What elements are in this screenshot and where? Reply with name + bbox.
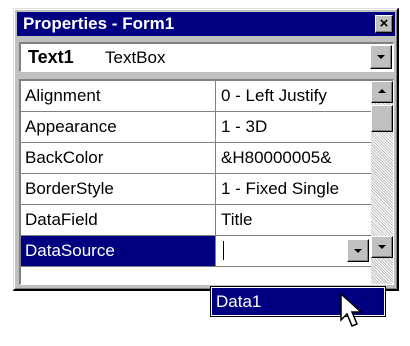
vertical-scrollbar[interactable]: [371, 81, 393, 284]
property-row-datafield[interactable]: DataField Title: [21, 205, 371, 236]
scroll-up-button[interactable]: [371, 81, 393, 103]
property-name-selected[interactable]: DataSource: [21, 236, 216, 266]
property-value[interactable]: Title: [217, 205, 371, 235]
properties-window: Properties - Form1 × Text1 TextBox Align…: [13, 8, 399, 291]
object-name: Text1: [28, 47, 74, 67]
scroll-up-arrow-icon: [378, 89, 386, 93]
property-row-appearance[interactable]: Appearance 1 - 3D: [21, 112, 371, 143]
property-name[interactable]: BackColor: [21, 143, 216, 173]
scroll-thumb[interactable]: [371, 105, 393, 132]
scroll-down-button[interactable]: [371, 236, 393, 258]
property-row-backcolor[interactable]: BackColor &H80000005&: [21, 143, 371, 174]
property-row-borderstyle[interactable]: BorderStyle 1 - Fixed Single: [21, 174, 371, 205]
close-button[interactable]: ×: [375, 15, 393, 33]
close-icon: ×: [379, 15, 389, 32]
title-bar[interactable]: Properties - Form1 ×: [17, 12, 395, 36]
property-grid: Alignment 0 - Left Justify Appearance 1 …: [19, 79, 394, 285]
property-value[interactable]: 1 - Fixed Single: [217, 174, 371, 204]
text-caret: [223, 241, 224, 260]
mouse-pointer-icon: [340, 292, 363, 327]
property-name[interactable]: Alignment: [21, 81, 216, 111]
scroll-down-arrow-icon: [378, 245, 386, 249]
object-selector-combo[interactable]: Text1 TextBox: [19, 42, 394, 72]
chevron-down-icon: [377, 55, 385, 59]
property-list: Alignment 0 - Left Justify Appearance 1 …: [21, 81, 371, 284]
chevron-down-icon: [354, 248, 362, 253]
property-name[interactable]: Appearance: [21, 112, 216, 142]
object-type: TextBox: [105, 48, 166, 67]
object-selector-dropdown-button[interactable]: [370, 45, 392, 69]
property-name[interactable]: DataField: [21, 205, 216, 235]
property-row-alignment[interactable]: Alignment 0 - Left Justify: [21, 81, 371, 112]
property-name[interactable]: BorderStyle: [21, 174, 216, 204]
datasource-value-editor[interactable]: [217, 236, 371, 266]
datasource-dropdown-button[interactable]: [347, 239, 369, 262]
property-value[interactable]: 0 - Left Justify: [217, 81, 371, 111]
property-value[interactable]: 1 - 3D: [217, 112, 371, 142]
property-value[interactable]: &H80000005&: [217, 143, 371, 173]
window-title: Properties - Form1: [23, 14, 175, 33]
